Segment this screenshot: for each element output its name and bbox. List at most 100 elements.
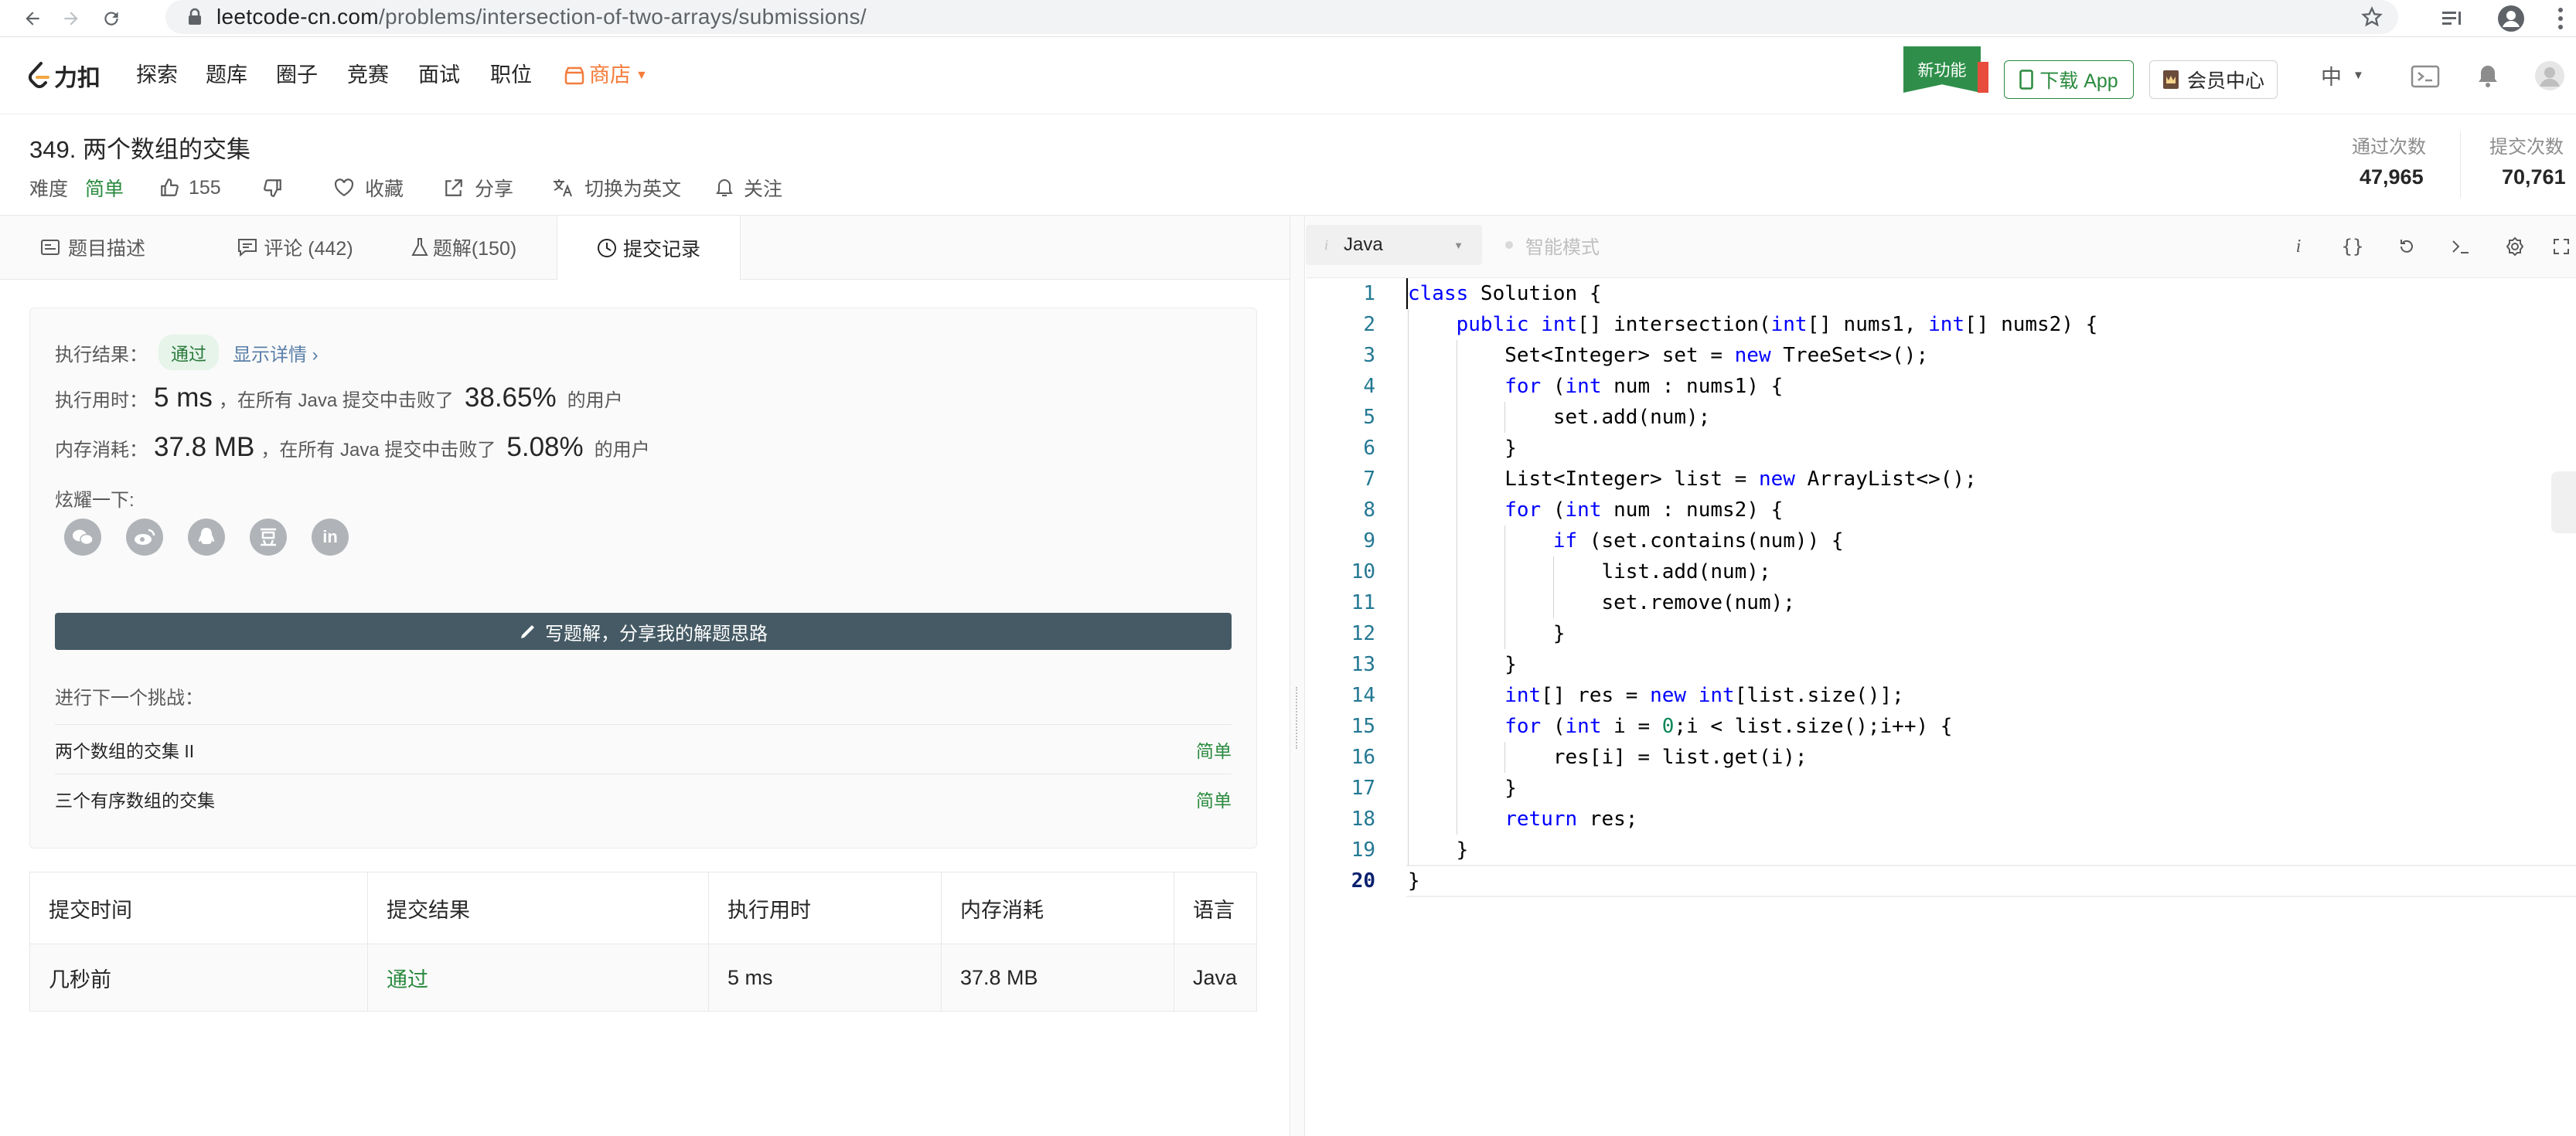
- nav-explore[interactable]: 探索: [136, 37, 178, 114]
- new-feature-badge[interactable]: 新功能: [1903, 46, 1981, 93]
- weibo-icon[interactable]: [126, 519, 163, 556]
- lock-icon[interactable]: [187, 8, 203, 26]
- column-header: 提交结果: [367, 872, 709, 944]
- code-line: class Solution {: [1408, 282, 1602, 305]
- back-arrow-icon[interactable]: [15, 0, 49, 36]
- nav-jobs[interactable]: 职位: [490, 37, 532, 114]
- language-cell: Java: [1174, 944, 1257, 1012]
- drag-grip-icon: [1296, 687, 1300, 749]
- tab-comments[interactable]: 评论 (442): [209, 216, 382, 279]
- indent-guide: [1504, 402, 1506, 433]
- language-select[interactable]: i Java ▼: [1306, 225, 1482, 265]
- switch-language-button[interactable]: 切换为英文: [552, 172, 681, 203]
- code-line: }: [1408, 838, 1469, 862]
- line-number: 3: [1363, 344, 1375, 367]
- bookmark-star-icon[interactable]: [2361, 6, 2383, 28]
- store-label: 商店: [589, 63, 631, 87]
- info-mini-icon: i: [1324, 236, 1329, 253]
- thumbs-down-icon: [264, 179, 281, 197]
- leetcode-logo[interactable]: 力扣: [28, 37, 101, 114]
- editor-toolbar: i Java ▼ 智能模式 i {}: [1306, 216, 2576, 278]
- nav-store[interactable]: 商店 ▼: [564, 37, 648, 114]
- download-app-button[interactable]: 下载 App: [2004, 60, 2134, 99]
- reset-icon[interactable]: [2391, 231, 2422, 262]
- line-number: 5: [1363, 406, 1375, 429]
- favorite-button[interactable]: 收藏: [334, 172, 404, 203]
- user-avatar-icon[interactable]: [2534, 60, 2565, 91]
- switch-language-label: 切换为英文: [584, 179, 682, 200]
- playground-icon[interactable]: [2411, 65, 2440, 88]
- format-braces-icon[interactable]: {}: [2337, 231, 2368, 262]
- forward-arrow-icon[interactable]: [54, 0, 88, 36]
- url-path: /problems/intersection-of-two-arrays/sub…: [378, 5, 867, 29]
- douban-icon[interactable]: [250, 519, 287, 556]
- share-button[interactable]: 分享: [444, 172, 513, 203]
- feedback-side-tab[interactable]: [2551, 471, 2576, 533]
- indent-guide: [1408, 309, 1409, 866]
- console-icon[interactable]: [2445, 231, 2476, 262]
- tab-description[interactable]: 题目描述: [29, 216, 156, 279]
- write-solution-button[interactable]: 写题解，分享我的解题思路: [55, 613, 1232, 650]
- nav-contest[interactable]: 竞赛: [347, 37, 389, 114]
- language-switcher[interactable]: 中 ▼: [2321, 37, 2364, 114]
- problem-bar: 349. 两个数组的交集 难度 简单 155 收藏 分享 切换为英文 关注 通过…: [0, 114, 2576, 216]
- member-center-button[interactable]: 会员中心: [2149, 60, 2278, 99]
- next-challenge-item[interactable]: 两个数组的交集 II 简单: [55, 724, 1232, 774]
- reading-list-icon[interactable]: [2435, 0, 2469, 36]
- code-line: int[] res = new int[list.size()];: [1504, 684, 1904, 707]
- line-number: 16: [1351, 746, 1375, 769]
- nav-circle[interactable]: 圈子: [276, 37, 318, 114]
- language-label: 中: [2321, 66, 2342, 89]
- panel-resize-handle[interactable]: [1290, 216, 1305, 1136]
- smart-mode-dot-icon: [1505, 241, 1513, 249]
- accepted-label: 通过次数: [2352, 137, 2426, 158]
- nav-problemset[interactable]: 题库: [206, 37, 247, 114]
- next-challenge-title[interactable]: 三个有序数组的交集: [55, 786, 215, 812]
- nav-interview[interactable]: 面试: [418, 37, 460, 114]
- fullscreen-icon[interactable]: [2546, 231, 2576, 262]
- info-icon[interactable]: i: [2283, 231, 2314, 262]
- next-challenge-difficulty: 简单: [1196, 791, 1232, 811]
- reload-icon[interactable]: [94, 0, 128, 36]
- column-header: 执行用时: [708, 872, 942, 944]
- line-number: 6: [1363, 437, 1375, 460]
- store-caret-icon: ▼: [635, 69, 648, 82]
- show-details-link[interactable]: 显示详情 ›: [233, 339, 319, 366]
- profile-avatar-icon[interactable]: [2494, 0, 2528, 36]
- code-line: }: [1408, 869, 1420, 893]
- tab-solutions[interactable]: 题解(150): [402, 216, 526, 279]
- next-challenge-title[interactable]: 两个数组的交集 II: [55, 736, 194, 763]
- qq-icon[interactable]: [188, 519, 225, 556]
- runtime-mid-text: ，在所有 Java 提交中击败了: [218, 389, 454, 411]
- wechat-icon[interactable]: [64, 519, 101, 556]
- code-line: }: [1408, 653, 1517, 676]
- follow-button[interactable]: 关注: [716, 172, 782, 203]
- result-label: 执行结果：: [55, 344, 148, 366]
- indent-guide: [1504, 525, 1506, 649]
- heart-icon: [334, 179, 354, 197]
- line-number: 13: [1351, 653, 1375, 676]
- line-number: 19: [1351, 838, 1375, 862]
- submissions-table: 提交时间 提交结果 执行用时 内存消耗 语言 几秒前 通过 5 ms 37.8 …: [29, 872, 1257, 1012]
- language-select-value: Java: [1344, 234, 1383, 255]
- code-line: }: [1408, 437, 1517, 460]
- linkedin-icon[interactable]: in: [312, 519, 349, 556]
- browser-menu-icon[interactable]: [2545, 0, 2576, 36]
- browser-toolbar: leetcode-cn.com/problems/intersection-of…: [0, 0, 2576, 37]
- code-editor[interactable]: 1 2 3 4 5 6 7 8 9 10 11 12 13 14 15 16 17 18 19 20 class So…: [1306, 278, 2576, 1136]
- next-challenge-item[interactable]: 三个有序数组的交集 简单: [55, 774, 1232, 824]
- tab-submissions[interactable]: 提交记录: [557, 216, 741, 280]
- like-button[interactable]: 155: [159, 172, 221, 203]
- notification-bell-icon[interactable]: [2477, 63, 2499, 88]
- code-line: res[i] = list.get(i);: [1408, 746, 1808, 769]
- leetcode-logo-icon: [28, 61, 49, 88]
- settings-gear-icon[interactable]: [2499, 231, 2530, 262]
- status-badge: 通过: [158, 335, 219, 370]
- submit-result-link[interactable]: 通过: [367, 944, 709, 1012]
- smart-mode-toggle[interactable]: 智能模式: [1505, 225, 1600, 265]
- dislike-button[interactable]: [263, 172, 283, 203]
- address-bar[interactable]: leetcode-cn.com/problems/intersection-of…: [165, 0, 2398, 34]
- code-line: list.add(num);: [1408, 560, 1771, 583]
- thumbs-up-icon: [161, 179, 179, 196]
- line-number-gutter: 1 2 3 4 5 6 7 8 9 10 11 12 13 14 15 16 17 18 19 20: [1306, 278, 1375, 1136]
